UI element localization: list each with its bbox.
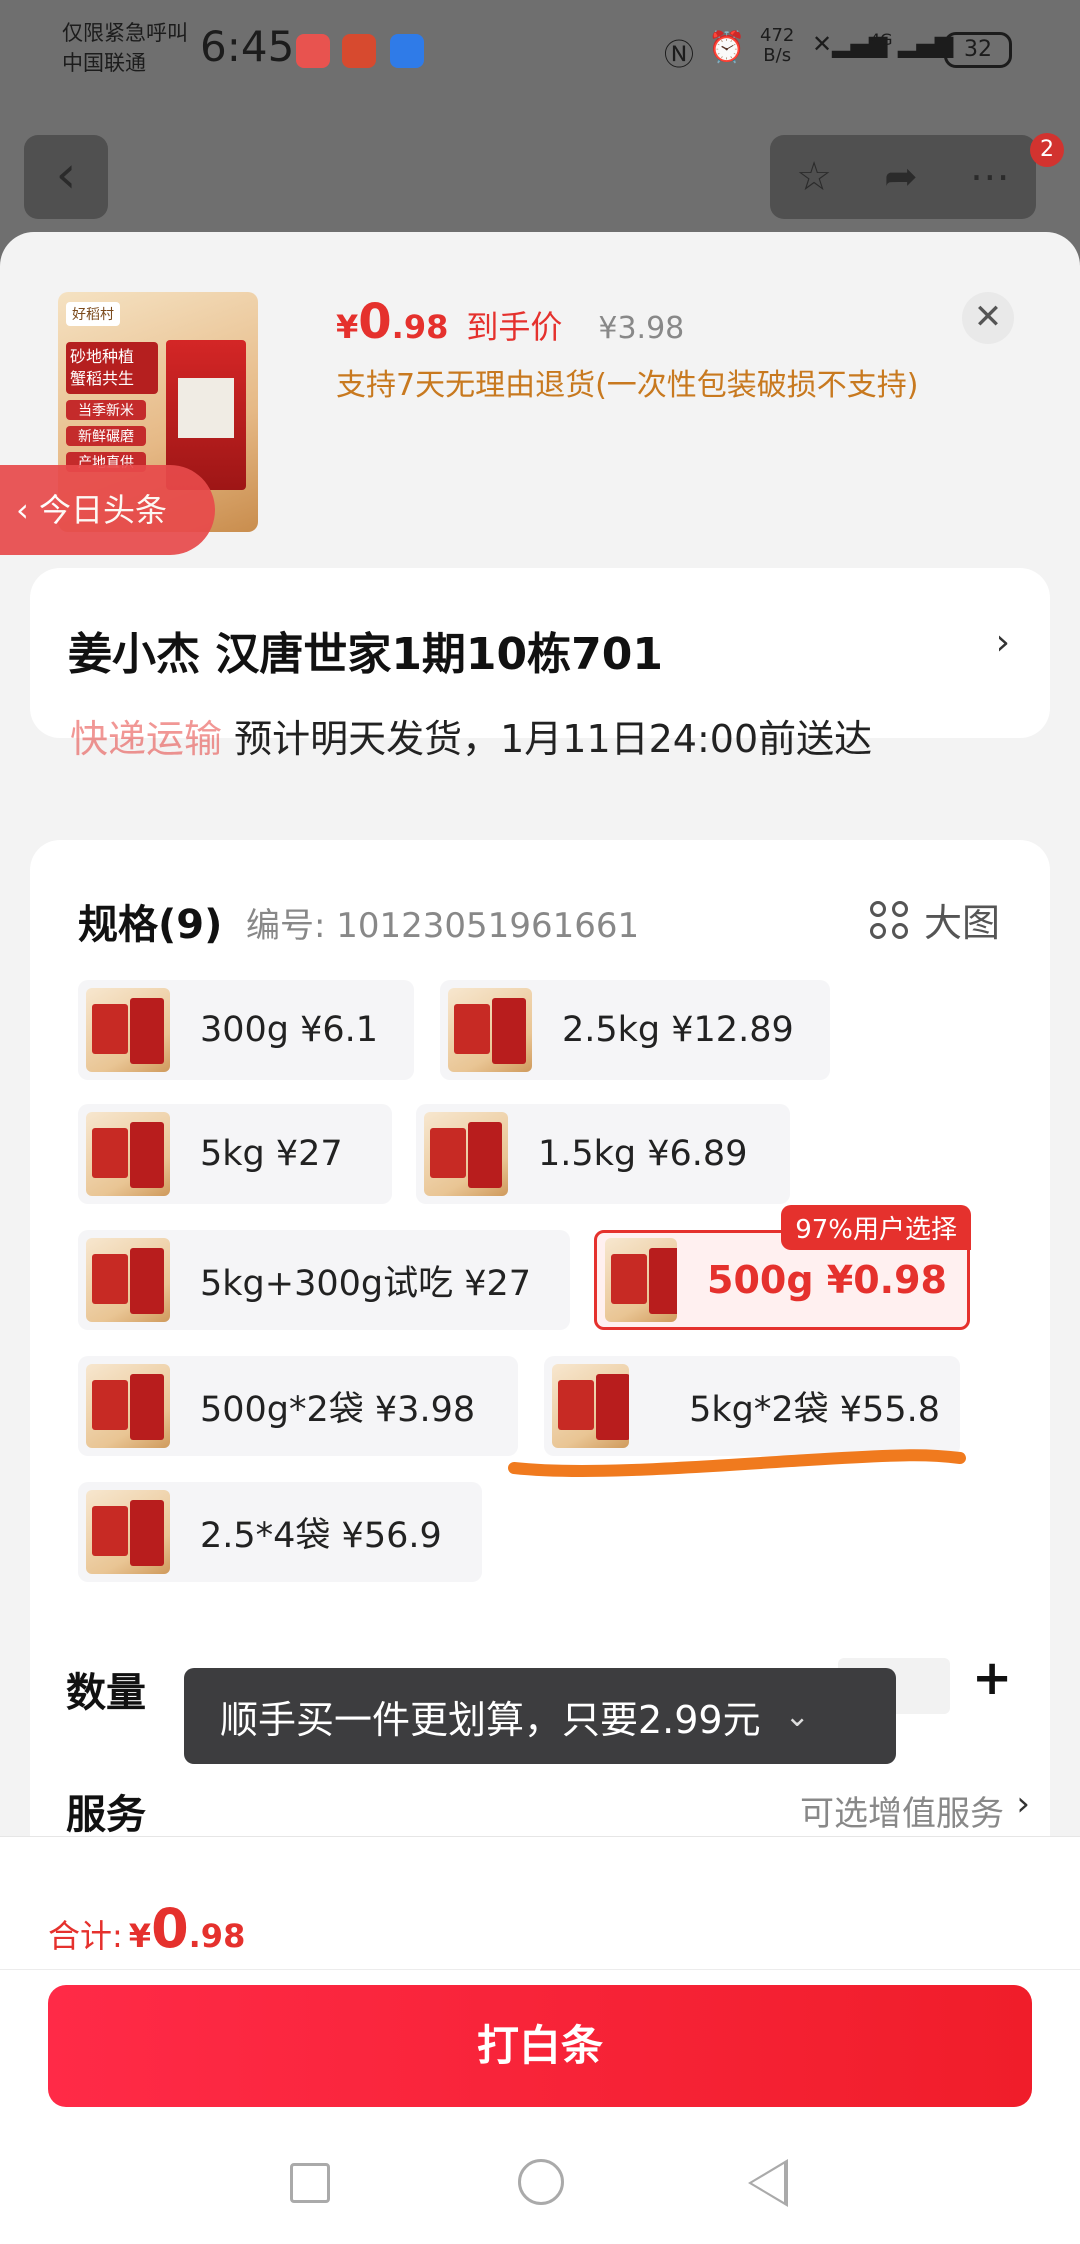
- price-decimal: .98: [391, 308, 449, 346]
- message-badge: 2: [1030, 133, 1064, 167]
- double-chevron-down-icon: ⌄: [784, 1698, 810, 1734]
- net-speed-value: 472: [760, 25, 795, 46]
- nfc-icon: Ⓝ: [664, 38, 694, 73]
- option-thumbnail: [86, 988, 170, 1072]
- carrier-info: 仅限紧急呼叫 中国联通: [62, 18, 188, 78]
- total-label: 合计:: [48, 1917, 123, 1955]
- notification-app-icon: [296, 34, 330, 68]
- refund-policy: 支持7天无理由退货(一次性包装破损不支持): [336, 368, 919, 403]
- battery-icon: 32: [944, 32, 1012, 68]
- carrier-name: 中国联通: [62, 51, 146, 75]
- address-card[interactable]: 姜小杰 汉唐世家1期10栋701 › 快递运输 预计明天发货，1月11日24:0…: [30, 568, 1050, 761]
- spec-option[interactable]: 5kg+300g试吃 ¥27: [78, 1230, 570, 1330]
- toutiao-return-tab[interactable]: ‹ 今日头条: [0, 465, 215, 555]
- option-label: 5kg*2袋 ¥55.8: [689, 1389, 940, 1430]
- big-image-button[interactable]: 大图: [869, 892, 1000, 947]
- price-currency: ¥: [336, 308, 359, 346]
- spec-option-selected[interactable]: 500g ¥0.98 97%用户选择: [594, 1205, 971, 1330]
- option-label: 500g ¥0.98: [707, 1258, 947, 1302]
- option-label: 2.5*4袋 ¥56.9: [200, 1515, 442, 1556]
- system-nav-bar: [0, 2147, 1080, 2237]
- order-total: 合计: ¥ 0 .98: [48, 1897, 245, 1960]
- shipping-eta: 预计明天发货，1月11日24:00前送达: [222, 717, 873, 761]
- status-bar: 仅限紧急呼叫 中国联通 6:45 Ⓝ ⏰ 472 B/s ✕▂▄▆ 4G ▂▄▆…: [0, 0, 1080, 110]
- chevron-left-icon: ‹: [55, 145, 77, 205]
- price-row: ¥ 0 .98 到手价 ¥3.98: [336, 294, 684, 350]
- option-thumbnail: [86, 1490, 170, 1574]
- chevron-left-icon: ‹: [16, 491, 39, 529]
- total-currency: ¥: [128, 1917, 152, 1955]
- home-icon[interactable]: [518, 2159, 564, 2205]
- option-label: 5kg ¥27: [200, 1134, 343, 1174]
- option-thumbnail: [86, 1364, 170, 1448]
- chevron-right-icon: ›: [995, 622, 1010, 663]
- toast-text: 顺手买一件更划算，只要2.99元: [220, 1697, 761, 1742]
- spec-option[interactable]: 2.5kg ¥12.89: [440, 980, 830, 1080]
- price-integer: 0: [358, 294, 392, 350]
- option-label: 1.5kg ¥6.89: [538, 1134, 748, 1174]
- big-image-label: 大图: [923, 901, 1000, 945]
- image-tagline: 砂地种植 蟹稻共生: [66, 342, 158, 394]
- grid-icon: [869, 900, 908, 939]
- quantity-label: 数量: [66, 1670, 146, 1716]
- spec-option[interactable]: 5kg ¥27: [78, 1104, 392, 1204]
- notification-app-icon: [342, 34, 376, 68]
- clock: 6:45: [200, 22, 295, 71]
- spec-option[interactable]: 500g*2袋 ¥3.98: [78, 1356, 518, 1456]
- net-type: 4G: [870, 30, 893, 49]
- popular-badge: 97%用户选择: [781, 1205, 971, 1250]
- option-label: 300g ¥6.1: [200, 1010, 379, 1050]
- net-speed: 472 B/s: [760, 26, 794, 66]
- share-icon[interactable]: ➦: [884, 154, 918, 200]
- product-code: 编号: 10123051961661: [246, 906, 640, 946]
- upsell-toast[interactable]: 顺手买一件更划算，只要2.99元 ⌄: [184, 1668, 896, 1764]
- service-label: 服务: [66, 1792, 146, 1838]
- option-thumbnail: [86, 1238, 170, 1322]
- option-thumbnail: [448, 988, 532, 1072]
- service-value[interactable]: 可选增值服务: [800, 1786, 1004, 1835]
- option-thumbnail: [605, 1238, 678, 1322]
- net-speed-unit: B/s: [763, 45, 792, 66]
- carrier-emergency: 仅限紧急呼叫: [62, 21, 188, 45]
- close-button[interactable]: ✕: [962, 292, 1014, 344]
- option-label: 5kg+300g试吃 ¥27: [200, 1263, 532, 1304]
- shipping-info: 快递运输 预计明天发货，1月11日24:00前送达: [70, 708, 872, 763]
- more-icon[interactable]: ⋯: [970, 154, 1010, 200]
- notification-app-icon: [390, 34, 424, 68]
- recent-apps-icon[interactable]: [290, 2163, 330, 2203]
- alarm-icon: ⏰: [708, 30, 746, 65]
- toutiao-label: 今日头条: [38, 491, 167, 529]
- brand-logo: 好稻村: [66, 302, 120, 326]
- total-decimal: .98: [188, 1917, 246, 1955]
- back-nav-icon[interactable]: [748, 2159, 788, 2207]
- plus-icon[interactable]: +: [972, 1650, 1012, 1706]
- original-price: ¥3.98: [598, 311, 685, 346]
- back-button[interactable]: ‹: [24, 135, 108, 219]
- checkout-footer: 合计: ¥ 0 .98 打白条: [0, 1836, 1080, 2244]
- image-tag: 当季新米: [66, 400, 146, 420]
- close-icon: ✕: [973, 297, 1003, 337]
- option-thumbnail: [86, 1112, 170, 1196]
- option-label: 500g*2袋 ¥3.98: [200, 1389, 476, 1430]
- star-icon[interactable]: ☆: [796, 154, 832, 200]
- image-tag: 新鲜碾磨: [66, 426, 146, 446]
- option-thumbnail: [424, 1112, 508, 1196]
- shipping-method: 快递运输: [70, 717, 223, 761]
- option-label: 2.5kg ¥12.89: [562, 1010, 794, 1050]
- address-line: 姜小杰 汉唐世家1期10栋701: [68, 629, 664, 680]
- action-bar: ☆ ➦ ⋯: [770, 135, 1036, 219]
- chevron-right-icon: ›: [1016, 1784, 1030, 1824]
- spec-option[interactable]: 300g ¥6.1: [78, 980, 414, 1080]
- highlight-underline: [508, 1449, 966, 1477]
- spec-option[interactable]: 2.5*4袋 ¥56.9: [78, 1482, 482, 1582]
- price-note: 到手价: [466, 308, 563, 346]
- option-thumbnail: [552, 1364, 630, 1448]
- spec-option[interactable]: 1.5kg ¥6.89: [416, 1104, 790, 1204]
- divider: [0, 1969, 1080, 1970]
- total-integer: 0: [151, 1897, 189, 1960]
- spec-title: 规格(9): [78, 902, 223, 948]
- pay-button[interactable]: 打白条: [48, 1985, 1032, 2107]
